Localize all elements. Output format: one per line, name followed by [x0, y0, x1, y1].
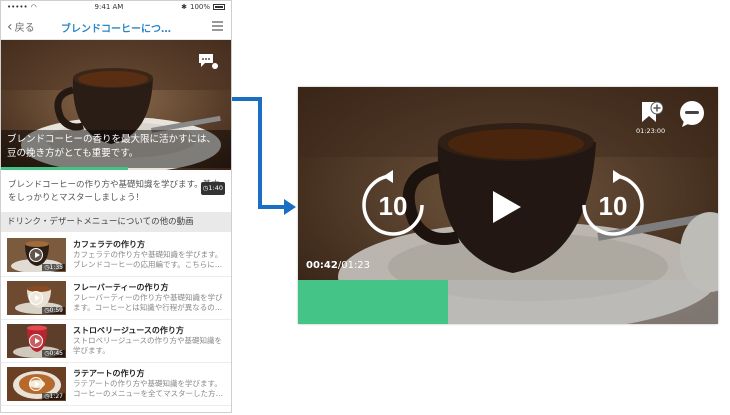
video-player[interactable]: 01:23:00 10 10 00:42/01:23 — [298, 87, 718, 324]
list-item[interactable]: ◷1:35 カフェラテの作り方 カフェラテの作り方や基礎知識を学びます。ブレンド… — [1, 234, 231, 277]
list-item[interactable]: ◷0:59 フレーバーティーの作り方 フレーバーティーの作り方や基礎知識を学びま… — [1, 277, 231, 320]
video-thumbnail: ◷0:59 — [7, 281, 66, 315]
play-icon — [29, 248, 43, 262]
hero-caption: ブレンドコーヒーの香りを最大限に活かすには、豆の挽き方がとても重要です。 — [1, 130, 231, 168]
back-label: 戻る — [14, 23, 35, 34]
back-button[interactable]: ‹ 戻る — [7, 18, 35, 35]
connector-arrow — [232, 97, 296, 215]
thumb-duration: ◷0:45 — [42, 350, 65, 357]
item-title: ラテアートの作り方 — [73, 369, 145, 378]
item-title: フレーバーティーの作り方 — [73, 283, 169, 292]
video-thumbnail: ◷0:45 — [7, 324, 66, 358]
item-desc: カフェラテの作り方や基礎知識を学びます。ブレンドコーヒーの応用編です。こちらに… — [73, 250, 223, 269]
item-title: ストロベリージュースの作り方 — [73, 326, 184, 335]
page-title: ブレンドコーヒーにつ… — [61, 24, 171, 35]
bluetooth-icon: ✱ — [181, 3, 187, 11]
forward-label: 10 — [599, 191, 628, 221]
rewind-label: 10 — [379, 191, 408, 221]
video-description: ブレンドコーヒーの作り方や基礎知識を学びます。基本をしっかりとマスターしましょう… — [1, 173, 231, 209]
thumb-duration: ◷0:59 — [42, 307, 65, 314]
section-header: ドリンク・デザートメニューについての他の動画 — [1, 212, 231, 232]
play-icon — [29, 291, 43, 305]
playback-time: 00:42/01:23 — [306, 260, 371, 271]
menu-icon[interactable] — [212, 21, 223, 31]
item-title: カフェラテの作り方 — [73, 240, 145, 249]
video-thumbnail: ◷1:35 — [7, 238, 66, 272]
thumb-duration: ◷1:27 — [42, 393, 65, 400]
list-item[interactable]: ◷0:45 ストロベリージュースの作り方 ストロベリージュースの作り方や基礎知識… — [1, 320, 231, 363]
video-thumbnail: ◷1:27 — [7, 367, 66, 401]
comment-icon[interactable] — [678, 99, 708, 129]
forward-10-button[interactable]: 10 — [578, 170, 648, 240]
play-icon — [29, 334, 43, 348]
bookmark-time: 01:23:00 — [636, 127, 666, 135]
add-bookmark-icon[interactable] — [639, 100, 663, 126]
item-desc: ストロベリージュースの作り方や基礎知識を学びます。 — [73, 336, 222, 355]
battery-icon — [213, 4, 225, 10]
nav-bar: ‹ 戻る ブレンドコーヒーにつ… — [1, 13, 231, 40]
item-desc: フレーバーティーの作り方や基礎知識を学びます。コーヒーとは知識や行程が異なるの… — [73, 293, 223, 312]
play-button[interactable] — [491, 190, 523, 224]
seek-bar-fill — [298, 280, 448, 324]
comment-icon[interactable] — [197, 52, 219, 70]
play-icon — [29, 377, 43, 391]
thumb-duration: ◷1:35 — [42, 264, 65, 271]
signal-icon: ••••• — [7, 3, 28, 11]
status-bar: ••••• ◠ 9:41 AM ✱ 100% — [1, 1, 231, 13]
play-icon — [493, 191, 521, 223]
battery-percent: 100% — [189, 3, 210, 11]
list-item[interactable]: ◷1:27 ラテアートの作り方 ラテアートの作り方や基礎知識を学びます。コーヒー… — [1, 363, 231, 406]
description-text: ブレンドコーヒーの作り方や基礎知識を学びます。基本をしっかりとマスターしましょう… — [8, 180, 220, 203]
item-desc: ラテアートの作り方や基礎知識を学びます。コーヒーのメニューを全てマスターした方… — [73, 379, 223, 398]
duration-badge: ◷1:40 — [200, 182, 225, 195]
hero-progress — [1, 167, 128, 170]
status-time: 9:41 AM — [94, 3, 124, 11]
wifi-icon: ◠ — [30, 3, 37, 11]
phone-screen: ••••• ◠ 9:41 AM ✱ 100% ‹ 戻る ブレンドコーヒーにつ… ブレン… — [0, 0, 232, 413]
rewind-10-button[interactable]: 10 — [358, 170, 428, 240]
chevron-left-icon: ‹ — [7, 18, 13, 35]
video-hero[interactable]: ブレンドコーヒーの香りを最大限に活かすには、豆の挽き方がとても重要です。 — [1, 40, 231, 170]
